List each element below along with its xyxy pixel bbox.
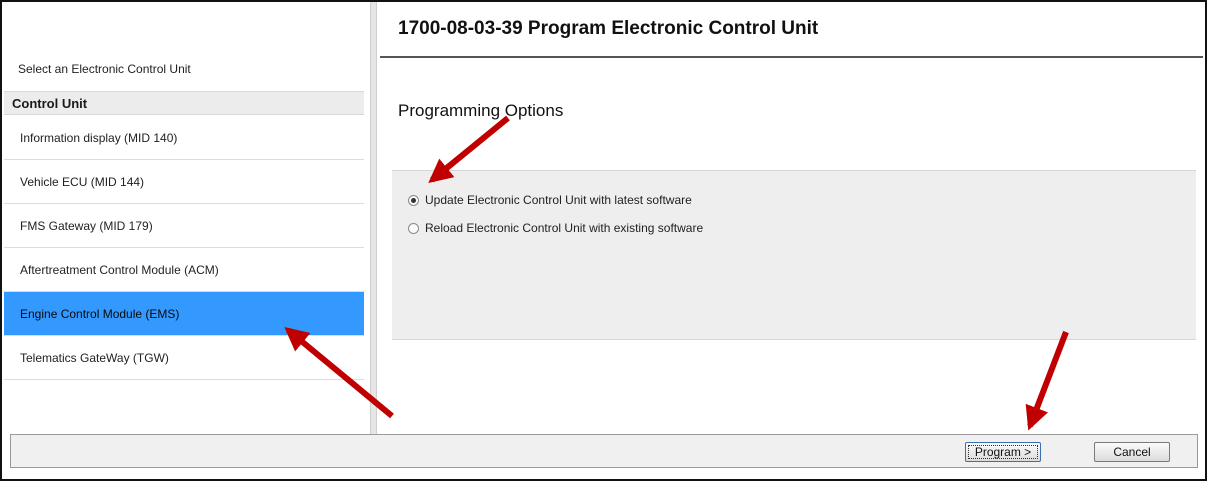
- list-item-aftertreatment[interactable]: Aftertreatment Control Module (ACM): [4, 248, 364, 292]
- programming-options-title: Programming Options: [398, 101, 564, 120]
- column-header-control-unit[interactable]: Control Unit: [4, 91, 364, 115]
- title-divider: [380, 56, 1203, 58]
- list-item-engine-control-module[interactable]: Engine Control Module (EMS): [4, 292, 364, 336]
- cancel-button[interactable]: Cancel: [1094, 442, 1170, 462]
- option-reload-existing[interactable]: Reload Electronic Control Unit with exis…: [408, 221, 703, 235]
- list-item-telematics-gateway[interactable]: Telematics GateWay (TGW): [4, 336, 364, 380]
- programming-options-box: Update Electronic Control Unit with late…: [392, 170, 1196, 340]
- page-title: 1700-08-03-39 Program Electronic Control…: [398, 18, 819, 39]
- radio-reload-existing[interactable]: [408, 222, 419, 234]
- option-update-latest[interactable]: Update Electronic Control Unit with late…: [408, 193, 692, 207]
- control-unit-list: Information display (MID 140) Vehicle EC…: [4, 116, 364, 380]
- option-update-latest-label: Update Electronic Control Unit with late…: [425, 193, 692, 207]
- bottom-button-bar: Program > Cancel: [10, 434, 1198, 468]
- list-item-vehicle-ecu[interactable]: Vehicle ECU (MID 144): [4, 160, 364, 204]
- control-unit-panel: Select an Electronic Control Unit Contro…: [2, 2, 364, 434]
- radio-update-latest[interactable]: [408, 194, 419, 206]
- list-item-fms-gateway[interactable]: FMS Gateway (MID 179): [4, 204, 364, 248]
- program-button[interactable]: Program >: [965, 442, 1041, 462]
- select-ecu-label: Select an Electronic Control Unit: [18, 62, 191, 76]
- panel-splitter[interactable]: [370, 2, 377, 434]
- list-item-information-display[interactable]: Information display (MID 140): [4, 116, 364, 160]
- option-reload-existing-label: Reload Electronic Control Unit with exis…: [425, 221, 704, 235]
